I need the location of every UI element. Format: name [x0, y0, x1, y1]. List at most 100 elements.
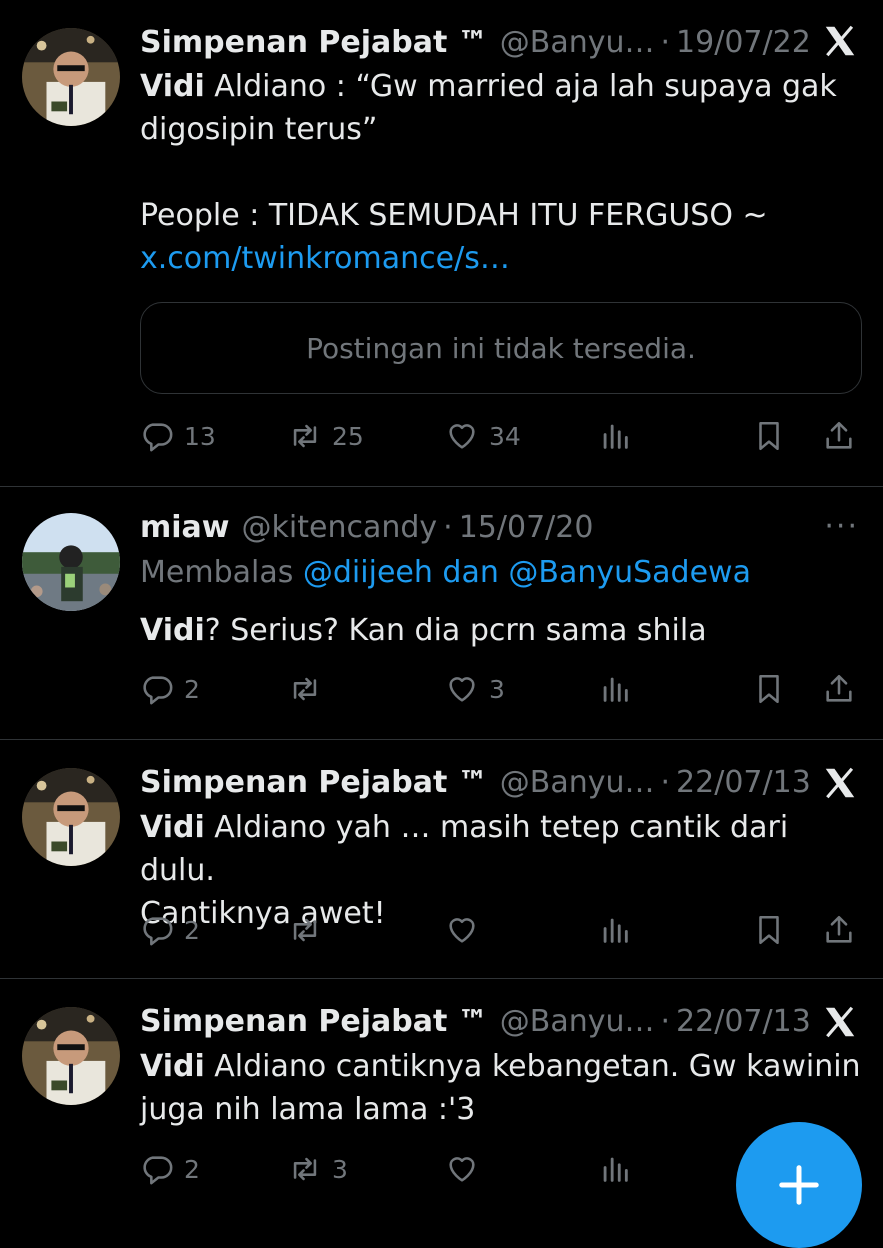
- separator-dot: ·: [660, 764, 671, 800]
- bookmark-button[interactable]: [752, 908, 786, 952]
- views-button[interactable]: [598, 667, 632, 711]
- repost-button[interactable]: 25: [288, 414, 364, 458]
- separator-dot: ·: [443, 509, 453, 545]
- reply-count: 2: [184, 674, 200, 704]
- author-handle[interactable]: @kitencandy: [242, 510, 438, 545]
- tweet-date[interactable]: 19/07/22: [676, 25, 811, 60]
- reply-icon: [140, 1152, 174, 1186]
- share-icon: [822, 913, 856, 947]
- views-icon: [598, 672, 632, 706]
- repost-icon: [288, 1152, 322, 1186]
- like-button[interactable]: 3: [445, 667, 505, 711]
- x-logo-icon: [821, 764, 859, 802]
- tweet-header: Simpenan Pejabat ™ @Banyu… · 22/07/13: [140, 762, 853, 802]
- repost-button[interactable]: [288, 908, 332, 952]
- author-handle[interactable]: @Banyu…: [500, 25, 655, 60]
- repost-count: 3: [332, 1154, 348, 1184]
- replying-to: Membalas @diijeeh dan @BanyuSadewa: [140, 551, 751, 594]
- reply-icon: [140, 913, 174, 947]
- action-bar: 2: [140, 908, 860, 952]
- separator-dot: ·: [660, 1003, 671, 1039]
- tweet-text-rest: Aldiano cantiknya kebangetan. Gw kawinin…: [140, 1049, 861, 1127]
- reply-icon: [140, 419, 174, 453]
- replying-to-mentions[interactable]: @diijeeh dan @BanyuSadewa: [303, 555, 751, 590]
- tweet-text: Vidi Aldiano : “Gw married aja lah supay…: [140, 65, 863, 280]
- tweet-date[interactable]: 22/07/13: [676, 765, 811, 800]
- avatar[interactable]: [22, 28, 120, 126]
- author-name[interactable]: miaw: [140, 510, 230, 545]
- share-button[interactable]: [822, 414, 856, 458]
- share-button[interactable]: [822, 667, 856, 711]
- avatar[interactable]: [22, 768, 120, 866]
- like-button[interactable]: 34: [445, 414, 521, 458]
- repost-icon: [288, 672, 322, 706]
- tweet-date[interactable]: 22/07/13: [676, 1004, 811, 1039]
- reply-count: 2: [184, 1154, 200, 1184]
- author-name[interactable]: Simpenan Pejabat ™: [140, 1004, 488, 1039]
- tweet-link[interactable]: x.com/twinkromance/s…: [140, 241, 510, 276]
- compose-plus-icon: [779, 1165, 819, 1205]
- like-button[interactable]: [445, 908, 489, 952]
- tweet-text-rest: ? Serius? Kan dia pcrn sama shila: [204, 613, 707, 648]
- tweet[interactable]: Simpenan Pejabat ™ @Banyu… · 19/07/22 Vi…: [0, 0, 883, 487]
- author-name[interactable]: Simpenan Pejabat ™: [140, 25, 488, 60]
- tweet-text: Vidi? Serius? Kan dia pcrn sama shila: [140, 609, 863, 652]
- like-count: 3: [489, 674, 505, 704]
- views-button[interactable]: [598, 414, 632, 458]
- reply-button[interactable]: 2: [140, 667, 200, 711]
- repost-count: 25: [332, 421, 364, 451]
- tweet-text-bold: Vidi: [140, 69, 205, 104]
- author-handle[interactable]: @Banyu…: [500, 765, 655, 800]
- tweet-text-rest: Aldiano : “Gw married aja lah supaya gak…: [140, 69, 837, 233]
- share-icon: [822, 419, 856, 453]
- bookmark-icon: [752, 913, 786, 947]
- views-icon: [598, 419, 632, 453]
- tweet-text-bold: Vidi: [140, 810, 205, 845]
- reply-count: 2: [184, 915, 200, 945]
- more-icon[interactable]: ···: [824, 509, 859, 544]
- action-bar: 2 3: [140, 667, 860, 711]
- quote-text: Postingan ini tidak tersedia.: [306, 331, 696, 365]
- tweet[interactable]: Simpenan Pejabat ™ @Banyu… · 22/07/13 Vi…: [0, 740, 883, 979]
- repost-button[interactable]: 3: [288, 1147, 348, 1191]
- tweet-header: miaw @kitencandy · 15/07/20: [140, 507, 853, 547]
- tweet-text-bold: Vidi: [140, 1049, 205, 1084]
- compose-button[interactable]: [736, 1122, 862, 1248]
- views-button[interactable]: [598, 1147, 632, 1191]
- like-button[interactable]: [445, 1147, 489, 1191]
- reply-button[interactable]: 13: [140, 414, 216, 458]
- repost-icon: [288, 913, 322, 947]
- repost-button[interactable]: [288, 667, 332, 711]
- views-button[interactable]: [598, 908, 632, 952]
- tweet-text: Vidi Aldiano cantiknya kebangetan. Gw ka…: [140, 1045, 863, 1131]
- avatar[interactable]: [22, 1007, 120, 1105]
- like-icon: [445, 419, 479, 453]
- replying-to-prefix: Membalas: [140, 555, 303, 590]
- reply-button[interactable]: 2: [140, 908, 200, 952]
- reply-button[interactable]: 2: [140, 1147, 200, 1191]
- reply-icon: [140, 672, 174, 706]
- views-icon: [598, 913, 632, 947]
- tweet-header: Simpenan Pejabat ™ @Banyu… · 22/07/13: [140, 1001, 853, 1041]
- like-icon: [445, 672, 479, 706]
- tweet[interactable]: miaw @kitencandy · 15/07/20 ··· Membalas…: [0, 487, 883, 740]
- quoted-post-unavailable[interactable]: Postingan ini tidak tersedia.: [140, 302, 862, 394]
- author-handle[interactable]: @Banyu…: [500, 1004, 655, 1039]
- like-icon: [445, 1152, 479, 1186]
- x-logo-icon: [821, 1003, 859, 1041]
- like-count: 34: [489, 421, 521, 451]
- reply-count: 13: [184, 421, 216, 451]
- bookmark-icon: [752, 672, 786, 706]
- like-icon: [445, 913, 479, 947]
- bookmark-icon: [752, 419, 786, 453]
- separator-dot: ·: [660, 24, 671, 60]
- bookmark-button[interactable]: [752, 414, 786, 458]
- share-button[interactable]: [822, 908, 856, 952]
- bookmark-button[interactable]: [752, 667, 786, 711]
- avatar[interactable]: [22, 513, 120, 611]
- views-icon: [598, 1152, 632, 1186]
- tweet-header: Simpenan Pejabat ™ @Banyu… · 19/07/22: [140, 22, 853, 62]
- tweet-text-bold: Vidi: [140, 613, 205, 648]
- tweet-date[interactable]: 15/07/20: [459, 510, 594, 545]
- author-name[interactable]: Simpenan Pejabat ™: [140, 765, 488, 800]
